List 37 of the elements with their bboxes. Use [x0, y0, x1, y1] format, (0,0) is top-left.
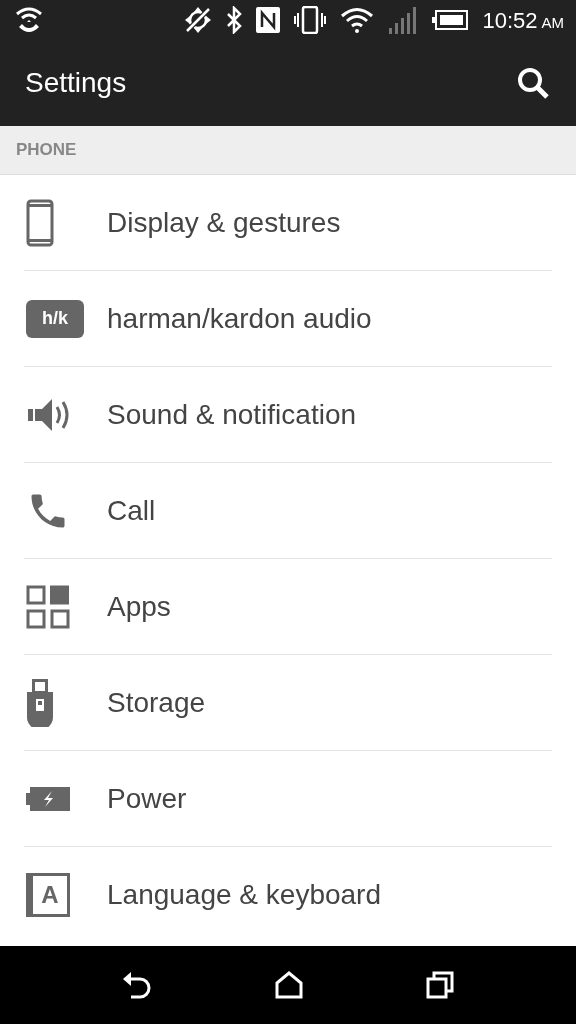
back-button[interactable] — [121, 971, 152, 999]
phone-icon — [26, 198, 54, 247]
screen-title: Settings — [25, 66, 127, 100]
settings-item[interactable]: Storage — [24, 655, 552, 751]
item-label: Sound & notification — [107, 397, 357, 432]
search-button[interactable] — [516, 66, 550, 100]
settings-item[interactable]: Apps — [24, 559, 552, 655]
item-label: Display & gestures — [107, 205, 341, 240]
settings-item[interactable]: Call — [24, 463, 552, 559]
bluetooth-icon — [226, 6, 243, 34]
sync-off-icon — [184, 6, 213, 34]
item-label: Apps — [107, 589, 171, 624]
settings-item[interactable]: Sound & notification — [24, 367, 552, 463]
usb-drive-icon — [26, 678, 54, 727]
settings-item[interactable]: h/k harman/kardon audio — [24, 271, 552, 367]
section-title: PHONE — [16, 139, 77, 162]
logo-icon: h/k — [26, 299, 84, 338]
signal-icon — [388, 6, 419, 34]
vibrate-icon — [294, 6, 327, 34]
item-label: Language & keyboard — [107, 878, 381, 912]
item-label: harman/kardon audio — [107, 301, 372, 336]
item-label: Power — [107, 781, 187, 816]
battery-icon — [432, 10, 469, 30]
settings-item[interactable]: Power — [24, 751, 552, 847]
battery-icon — [26, 785, 70, 812]
keyboard-letter-icon: A — [26, 873, 70, 917]
recent-apps-button[interactable] — [426, 971, 455, 999]
home-button[interactable] — [275, 971, 303, 999]
clock-text: 10:52 AM — [482, 6, 564, 35]
nfc-icon — [256, 7, 281, 33]
item-label: Call — [107, 493, 156, 528]
settings-item[interactable]: Display & gestures — [24, 175, 552, 271]
wifi-calling-icon — [14, 5, 44, 35]
grid-icon — [26, 584, 70, 629]
wifi-icon — [340, 7, 375, 33]
item-label: Storage — [107, 685, 206, 720]
settings-item[interactable]: A Language & keyboard — [24, 847, 552, 943]
